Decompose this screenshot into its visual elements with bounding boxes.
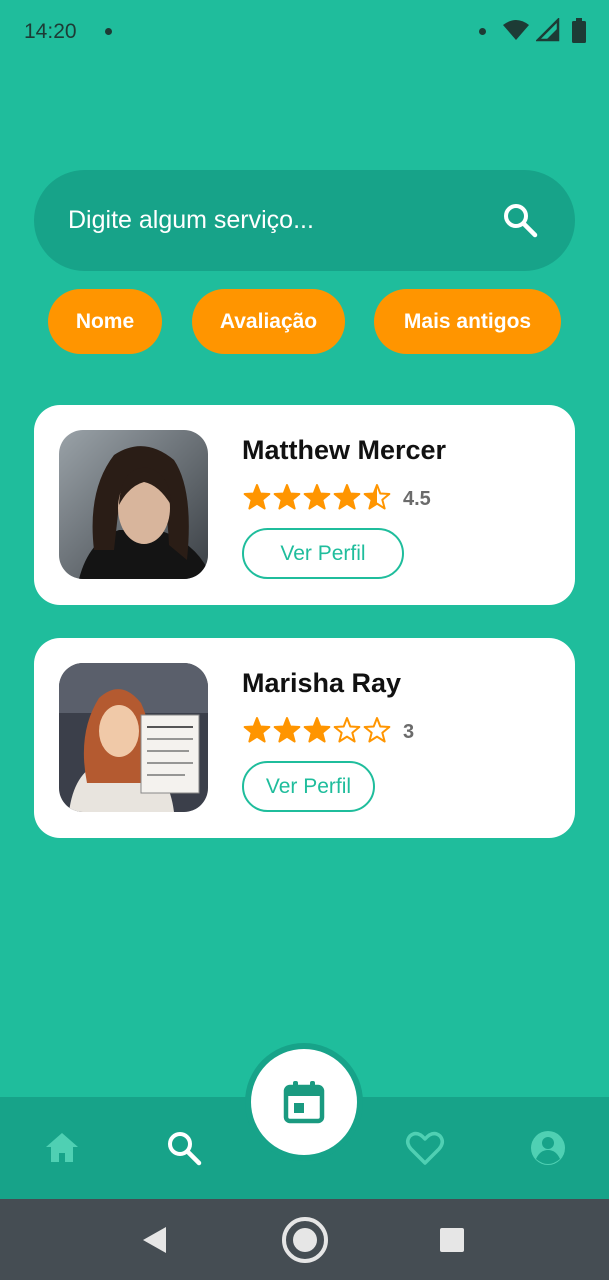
star-empty-icon xyxy=(363,717,391,743)
calendar-button[interactable] xyxy=(251,1049,357,1155)
back-icon[interactable] xyxy=(140,1224,170,1256)
search-icon[interactable] xyxy=(500,200,540,240)
home-icon[interactable] xyxy=(42,1128,82,1168)
recents-icon[interactable] xyxy=(439,1227,465,1253)
star-full-icon xyxy=(273,717,301,743)
star-full-icon xyxy=(273,484,301,510)
notification-dot-icon xyxy=(105,28,112,35)
rating-value: 4.5 xyxy=(403,488,431,510)
filter-oldest-button[interactable]: Mais antigos xyxy=(374,289,561,354)
search-bar xyxy=(34,170,575,271)
star-rating-icon xyxy=(243,484,391,510)
status-time: 14:20 xyxy=(24,20,77,43)
profile-photo xyxy=(59,663,208,812)
heart-icon[interactable] xyxy=(405,1128,445,1168)
status-bar: 14:20 xyxy=(0,0,609,64)
home-circle-icon[interactable] xyxy=(280,1215,330,1265)
professional-name: Matthew Mercer xyxy=(242,435,447,465)
star-full-icon xyxy=(333,484,361,510)
search-icon[interactable] xyxy=(164,1128,204,1168)
star-full-icon xyxy=(303,717,331,743)
star-rating-icon xyxy=(243,717,391,743)
wifi-icon xyxy=(503,20,529,40)
star-full-icon xyxy=(243,717,271,743)
profile-photo xyxy=(59,430,208,579)
star-empty-icon xyxy=(333,717,361,743)
filter-label: Avaliação xyxy=(219,309,318,333)
account-icon[interactable] xyxy=(528,1128,568,1168)
status-dot-icon xyxy=(479,28,486,35)
star-full-icon xyxy=(243,484,271,510)
professional-card[interactable]: Matthew Mercer 4.5 Ver Perfil xyxy=(34,405,575,605)
rating-value: 3 xyxy=(403,721,415,743)
view-profile-button[interactable]: Ver Perfil xyxy=(242,528,404,579)
view-profile-label: Ver Perfil xyxy=(280,541,366,565)
view-profile-button[interactable]: Ver Perfil xyxy=(242,761,375,812)
professional-card[interactable]: Marisha Ray 3 Ver Perfil xyxy=(34,638,575,838)
filter-name-button[interactable]: Nome xyxy=(48,289,162,354)
cell-signal-icon xyxy=(536,18,560,42)
calendar-icon xyxy=(283,1081,325,1124)
view-profile-label: Ver Perfil xyxy=(265,774,352,798)
professional-name: Marisha Ray xyxy=(242,668,402,698)
filter-rating-button[interactable]: Avaliação xyxy=(192,289,345,354)
filter-label: Nome xyxy=(75,309,135,333)
star-full-icon xyxy=(303,484,331,510)
search-input[interactable] xyxy=(68,200,488,240)
battery-icon xyxy=(572,18,586,43)
filter-label: Mais antigos xyxy=(403,309,532,333)
